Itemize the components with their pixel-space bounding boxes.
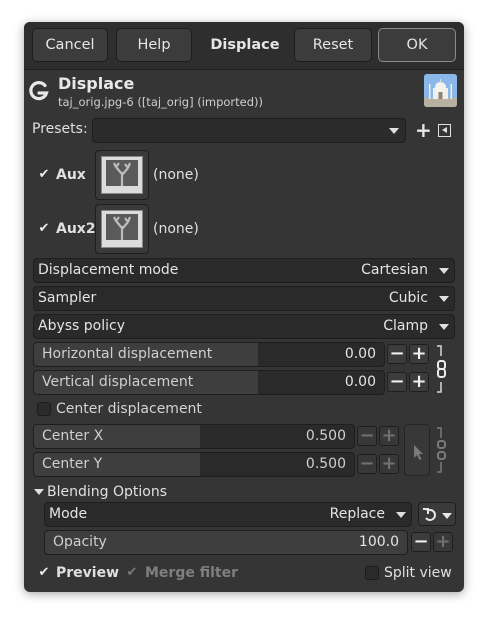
chevron-down-icon	[396, 512, 406, 518]
vertical-displacement-value: 0.00	[344, 374, 376, 390]
abyss-policy-value: Clamp	[383, 318, 428, 334]
decrease-opacity-button[interactable]: −	[411, 532, 431, 552]
composite-mode-combo[interactable]	[418, 502, 456, 526]
chevron-down-icon	[389, 128, 399, 134]
gegl-icon	[29, 81, 49, 101]
displacement-mode-value: Cartesian	[361, 262, 428, 278]
image-placeholder-icon	[101, 156, 143, 194]
blend-mode-combo[interactable]: Mode Replace	[44, 502, 412, 527]
increase-center-y-button[interactable]: +	[379, 454, 399, 474]
sampler-combo[interactable]: Sampler Cubic	[33, 286, 455, 311]
sampler-value: Cubic	[388, 290, 428, 306]
chevron-down-icon	[439, 268, 449, 274]
help-button[interactable]: Help	[116, 28, 192, 62]
filter-title: Displace	[58, 74, 135, 93]
decrease-horizontal-button[interactable]: −	[387, 344, 407, 364]
preset-menu-icon[interactable]	[438, 124, 451, 137]
center-y-value: 0.500	[305, 456, 346, 472]
chevron-down-icon	[439, 296, 449, 302]
image-placeholder-icon	[101, 210, 143, 248]
displace-dialog: Cancel Help Displace Reset OK Displace t…	[24, 22, 464, 592]
aux-checkbox[interactable]: ✔	[37, 168, 51, 182]
horizontal-displacement-label: Horizontal displacement	[42, 346, 213, 362]
vertical-displacement-spin[interactable]: Vertical displacement 0.00	[33, 370, 385, 395]
aux-input-button[interactable]	[95, 150, 149, 200]
abyss-policy-label: Abyss policy	[38, 318, 126, 334]
sampler-label: Sampler	[38, 290, 97, 306]
abyss-policy-combo[interactable]: Abyss policy Clamp	[33, 314, 455, 339]
preview-checkbox[interactable]: ✔	[37, 566, 51, 580]
increase-horizontal-button[interactable]: +	[409, 344, 429, 364]
displacement-mode-combo[interactable]: Displacement mode Cartesian	[33, 258, 455, 283]
expander-triangle-icon[interactable]	[34, 489, 44, 495]
chevron-down-icon	[439, 324, 449, 330]
center-displacement-label: Center displacement	[56, 401, 202, 417]
center-x-value: 0.500	[305, 428, 346, 444]
increase-center-x-button[interactable]: +	[379, 426, 399, 446]
blend-mode-value: Replace	[329, 506, 385, 522]
preview-label: Preview	[56, 565, 120, 581]
center-displacement-checkbox[interactable]	[37, 402, 51, 416]
image-thumbnail	[424, 74, 457, 107]
vertical-displacement-label: Vertical displacement	[42, 374, 194, 390]
opacity-value: 100.0	[358, 534, 399, 550]
pick-coordinates-button[interactable]	[404, 424, 430, 476]
chain-unlinked-icon[interactable]	[434, 426, 450, 474]
pointer-icon	[414, 445, 423, 460]
add-preset-icon[interactable]: +	[415, 120, 432, 140]
split-view-checkbox[interactable]	[365, 566, 379, 580]
aux2-checkbox[interactable]: ✔	[37, 222, 51, 236]
reset-button[interactable]: Reset	[294, 28, 372, 62]
increase-vertical-button[interactable]: +	[409, 372, 429, 392]
header-bar: Cancel Help Displace Reset OK	[24, 22, 464, 70]
aux-label: Aux	[56, 167, 86, 183]
decrease-vertical-button[interactable]: −	[387, 372, 407, 392]
opacity-label: Opacity	[53, 534, 107, 550]
horizontal-displacement-spin[interactable]: Horizontal displacement 0.00	[33, 342, 385, 367]
dialog-title: Displace	[210, 37, 280, 53]
aux-value: (none)	[153, 167, 199, 183]
aux2-input-button[interactable]	[95, 204, 149, 254]
decrease-center-x-button[interactable]: −	[357, 426, 377, 446]
blend-mode-label: Mode	[49, 506, 88, 522]
presets-label: Presets:	[32, 121, 88, 137]
center-x-label: Center X	[42, 428, 104, 444]
chain-link-icon[interactable]	[434, 344, 450, 394]
aux2-value: (none)	[153, 221, 199, 237]
center-y-label: Center Y	[42, 456, 103, 472]
merge-filter-label: Merge filter	[145, 565, 238, 581]
presets-combo[interactable]	[92, 118, 406, 143]
cancel-button[interactable]: Cancel	[32, 28, 108, 62]
opacity-spin[interactable]: Opacity 100.0	[44, 530, 408, 555]
center-x-spin[interactable]: Center X 0.500	[33, 424, 355, 449]
blending-options-header[interactable]: Blending Options	[47, 484, 167, 500]
split-view-label: Split view	[384, 565, 452, 581]
horizontal-displacement-value: 0.00	[344, 346, 376, 362]
ok-button[interactable]: OK	[378, 28, 456, 62]
aux2-label: Aux2	[56, 221, 96, 237]
displacement-mode-label: Displacement mode	[38, 262, 179, 278]
merge-filter-checkbox[interactable]: ✔	[125, 566, 139, 580]
decrease-center-y-button[interactable]: −	[357, 454, 377, 474]
increase-opacity-button[interactable]: +	[433, 532, 453, 552]
filter-subtitle: taj_orig.jpg-6 ([taj_orig] (imported))	[58, 95, 264, 109]
center-y-spin[interactable]: Center Y 0.500	[33, 452, 355, 477]
